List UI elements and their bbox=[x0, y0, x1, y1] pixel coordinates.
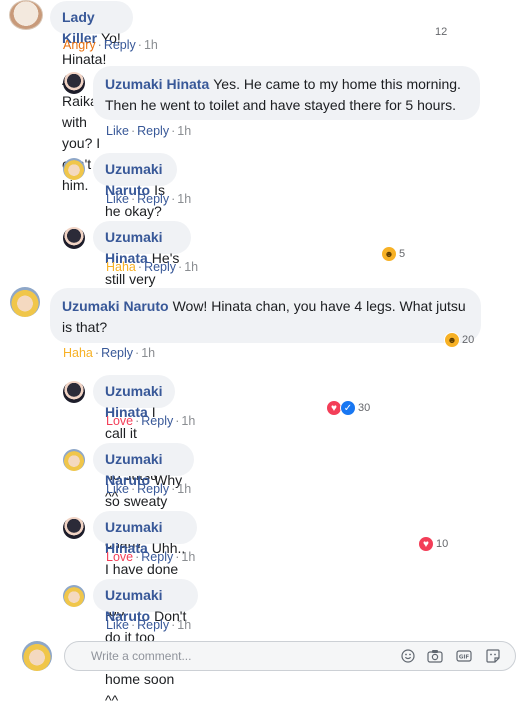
comment-actions: Haha · Reply · 1h bbox=[63, 346, 156, 360]
heart-icon: ♥ bbox=[418, 536, 434, 552]
comment-bubble: Uzumaki NarutoWhy so sweaty Hinata chan? bbox=[93, 443, 195, 551]
angry-reaction-link[interactable]: Angry bbox=[63, 38, 96, 52]
love-reaction-link[interactable]: Love bbox=[106, 550, 133, 564]
timestamp[interactable]: 1h bbox=[177, 124, 191, 138]
reaction-count: 5 bbox=[399, 248, 406, 260]
comment-author[interactable]: Uzumaki Naruto bbox=[62, 298, 169, 314]
comment-actions: Like · Reply · 1h bbox=[106, 124, 192, 138]
comment-actions: Angry · Reply · 1h bbox=[63, 38, 158, 52]
comment-bubble: Uzumaki HinataI call it Riding no Jutsu … bbox=[93, 375, 175, 504]
like-link[interactable]: Like bbox=[106, 192, 129, 206]
reaction-summary[interactable]: ♥ 10 bbox=[418, 536, 448, 552]
timestamp[interactable]: 1h bbox=[177, 482, 191, 496]
comment-actions: Love · Reply · 1h bbox=[106, 414, 196, 428]
reaction-summary[interactable]: ♥ ✓ 30 bbox=[326, 400, 370, 416]
reply-link[interactable]: Reply bbox=[104, 38, 136, 52]
reaction-summary[interactable]: 12 bbox=[435, 26, 447, 38]
like-link[interactable]: Like bbox=[106, 124, 129, 138]
comment-actions: Like · Reply · 1h bbox=[106, 192, 192, 206]
haha-emoji-icon: ☻ bbox=[381, 246, 397, 262]
avatar[interactable] bbox=[63, 381, 85, 403]
avatar[interactable] bbox=[9, 0, 43, 30]
comment-bubble: Uzumaki Hinata Yes. He came to my home th… bbox=[93, 66, 480, 120]
timestamp[interactable]: 1h bbox=[144, 38, 158, 52]
timestamp[interactable]: 1h bbox=[181, 414, 195, 428]
reply-link[interactable]: Reply bbox=[141, 414, 173, 428]
comment-actions: Like · Reply · 1h bbox=[106, 482, 192, 496]
reply-link[interactable]: Reply bbox=[137, 482, 169, 496]
avatar[interactable] bbox=[10, 287, 40, 317]
avatar[interactable] bbox=[63, 227, 85, 249]
comment-bubble: Lady KillerYo! Hinata! Are Raikage with … bbox=[50, 1, 133, 193]
timestamp[interactable]: 1h bbox=[184, 260, 198, 274]
comment-composer[interactable]: Write a comment... GIF bbox=[64, 641, 516, 671]
reply-link[interactable]: Reply bbox=[101, 346, 133, 360]
like-link[interactable]: Like bbox=[106, 482, 129, 496]
comment-bubble: Uzumaki HinataHe's still very strong for… bbox=[93, 221, 192, 329]
thumbs-up-icon: ✓ bbox=[340, 400, 356, 416]
timestamp[interactable]: 1h bbox=[177, 192, 191, 206]
avatar[interactable] bbox=[63, 449, 85, 471]
reply-link[interactable]: Reply bbox=[137, 192, 169, 206]
sticker-icon[interactable] bbox=[485, 648, 501, 664]
reply-link[interactable]: Reply bbox=[137, 618, 169, 632]
comment-bubble: Uzumaki Naruto Wow! Hinata chan, you have… bbox=[50, 288, 481, 343]
composer-avatar[interactable] bbox=[22, 641, 52, 671]
camera-icon[interactable] bbox=[427, 648, 443, 664]
avatar[interactable] bbox=[63, 585, 85, 607]
reaction-count: 20 bbox=[462, 334, 475, 346]
gif-icon[interactable]: GIF bbox=[456, 648, 472, 664]
emoji-icon[interactable] bbox=[400, 648, 416, 664]
comment-actions: Like · Reply · 1h bbox=[106, 618, 192, 632]
comment-bubble: Uzumaki NarutoDon't do it too hard. I'll… bbox=[93, 579, 199, 708]
love-reaction-link[interactable]: Love bbox=[106, 414, 133, 428]
reaction-count: 30 bbox=[358, 402, 371, 414]
reaction-count: 10 bbox=[436, 538, 449, 550]
comment-actions: Haha · Reply · 1h bbox=[106, 260, 199, 274]
avatar[interactable] bbox=[63, 517, 85, 539]
avatar[interactable] bbox=[63, 72, 85, 94]
avatar[interactable] bbox=[63, 158, 85, 180]
svg-text:GIF: GIF bbox=[459, 655, 470, 661]
comment-input-placeholder[interactable]: Write a comment... bbox=[91, 649, 191, 663]
haha-reaction-link[interactable]: Haha bbox=[106, 260, 136, 274]
reaction-summary[interactable]: ☻ 20 bbox=[444, 332, 474, 348]
comment-bubble: Uzumaki HinataUhh.. I have done some squ… bbox=[93, 511, 198, 619]
reply-link[interactable]: Reply bbox=[144, 260, 176, 274]
reaction-summary[interactable]: ☻ 5 bbox=[381, 246, 405, 262]
comment-author[interactable]: Uzumaki Hinata bbox=[105, 76, 209, 92]
haha-reaction-link[interactable]: Haha bbox=[63, 346, 93, 360]
timestamp[interactable]: 1h bbox=[141, 346, 155, 360]
comment-bubble: Uzumaki Naruto Is he okay? bbox=[93, 153, 177, 219]
reply-link[interactable]: Reply bbox=[137, 124, 169, 138]
like-link[interactable]: Like bbox=[106, 618, 129, 632]
reaction-count: 12 bbox=[435, 26, 448, 38]
haha-emoji-icon: ☻ bbox=[444, 332, 460, 348]
reply-link[interactable]: Reply bbox=[141, 550, 173, 564]
timestamp[interactable]: 1h bbox=[177, 618, 191, 632]
comment-actions: Love · Reply · 1h bbox=[106, 550, 196, 564]
timestamp[interactable]: 1h bbox=[181, 550, 195, 564]
